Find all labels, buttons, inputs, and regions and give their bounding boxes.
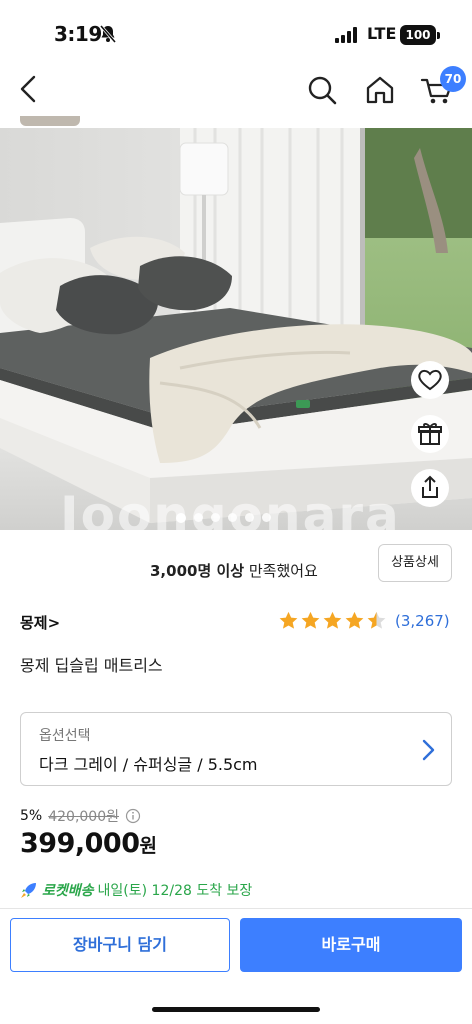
thumbnail-strip xyxy=(20,116,80,126)
carousel-dot[interactable] xyxy=(176,513,186,523)
star-icon xyxy=(323,611,342,629)
brand-name: 몽제 xyxy=(20,614,48,632)
brand-link[interactable]: 몽제> xyxy=(20,612,60,633)
add-to-cart-button[interactable]: 장바구니 담기 xyxy=(10,918,230,972)
option-value: 다크 그레이 / 슈퍼싱글 / 5.5cm xyxy=(39,755,258,774)
chevron-right-icon: > xyxy=(47,614,61,632)
sale-price: 399,000원 xyxy=(20,828,157,859)
delivery-date: 내일(토) 12/28 도착 보장 xyxy=(97,883,253,899)
option-label: 옵션선택 xyxy=(39,728,91,744)
sale-price-value: 399,000 xyxy=(20,828,140,859)
rocket-delivery-label: 로켓배송 xyxy=(42,883,94,899)
carousel-dot[interactable] xyxy=(211,513,220,522)
info-icon[interactable] xyxy=(125,808,141,824)
star-icon xyxy=(279,611,298,629)
product-image[interactable]: Joongonara xyxy=(0,128,472,530)
satisfaction-text: 3,000명 이상 만족했어요 xyxy=(150,560,318,581)
discount-row: 5% 420,000원 xyxy=(20,806,141,826)
divider xyxy=(0,908,472,909)
star-icon xyxy=(301,611,320,629)
home-indicator xyxy=(152,1007,320,1012)
option-selector[interactable]: 옵션선택 다크 그레이 / 슈퍼싱글 / 5.5cm xyxy=(20,712,452,786)
carousel-dots[interactable] xyxy=(176,513,271,523)
status-bar: 3:19 LTE 100 xyxy=(0,0,472,62)
network-label: LTE xyxy=(367,24,397,43)
carousel-dot[interactable] xyxy=(228,513,237,522)
search-icon[interactable] xyxy=(306,74,338,106)
star-rating xyxy=(278,610,387,631)
gift-icon[interactable] xyxy=(410,414,450,454)
rocket-icon xyxy=(21,883,36,898)
original-price: 420,000원 xyxy=(48,809,119,825)
status-time: 3:19 xyxy=(54,22,102,46)
share-icon[interactable] xyxy=(410,468,450,508)
discount-rate: 5% xyxy=(20,808,43,824)
back-arrow-icon[interactable] xyxy=(14,74,44,104)
home-icon[interactable] xyxy=(364,74,396,106)
product-name: 몽제 딥슬립 매트리스 xyxy=(20,656,163,675)
watermark: Joongonara xyxy=(60,486,401,530)
bell-muted-icon xyxy=(99,25,117,43)
review-count[interactable]: (3,267) xyxy=(395,612,450,630)
chevron-right-icon xyxy=(422,739,435,761)
currency-unit: 원 xyxy=(139,835,157,857)
satisfaction-suffix: 만족했어요 xyxy=(248,562,318,580)
mattress-photo xyxy=(0,128,472,530)
top-nav: 70 xyxy=(0,62,472,126)
cart-count-badge: 70 xyxy=(440,66,466,92)
star-icon xyxy=(345,611,364,629)
carousel-dot[interactable] xyxy=(194,513,203,522)
battery-icon: 100 xyxy=(400,25,440,45)
product-detail-button[interactable]: 상품상세 xyxy=(378,544,452,582)
carousel-dot[interactable] xyxy=(262,513,271,522)
star-icon xyxy=(367,611,386,629)
buy-now-button[interactable]: 바로구매 xyxy=(240,918,462,972)
carousel-dot[interactable] xyxy=(245,513,254,522)
delivery-info: 로켓배송 내일(토) 12/28 도착 보장 xyxy=(20,880,252,900)
satisfaction-count: 3,000명 이상 xyxy=(150,562,245,580)
signal-icon xyxy=(335,27,357,43)
heart-icon[interactable] xyxy=(410,360,450,400)
rating[interactable]: (3,267) xyxy=(278,610,450,631)
